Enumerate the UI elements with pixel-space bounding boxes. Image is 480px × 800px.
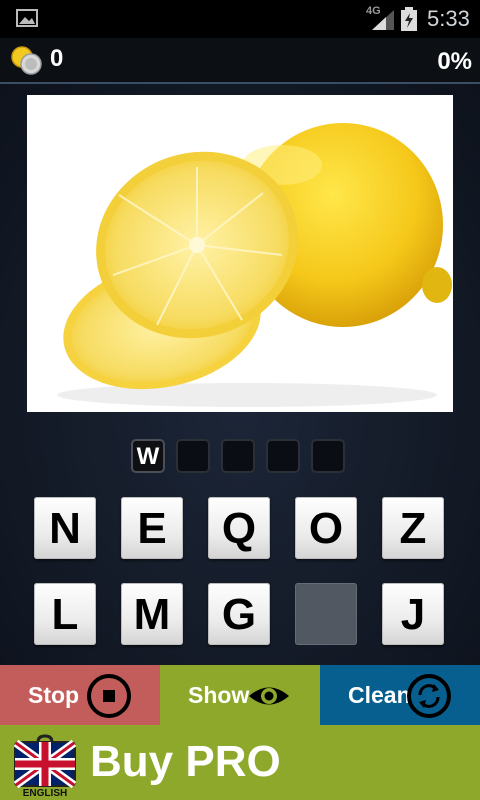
letter-key[interactable]: G [208, 583, 270, 645]
answer-slot[interactable] [221, 439, 255, 473]
language-label: ENGLISH [23, 788, 67, 797]
buy-pro-label: Buy PRO [90, 737, 281, 786]
puzzle-image [27, 95, 453, 412]
refresh-icon [407, 674, 451, 718]
coins-count: 0 [50, 45, 64, 72]
stop-icon [87, 674, 131, 718]
clean-button[interactable]: Clean [320, 665, 480, 725]
letter-key-used [295, 583, 357, 645]
letter-key[interactable]: L [34, 583, 96, 645]
action-bar: Stop Show Clean [0, 665, 480, 725]
stop-button[interactable]: Stop [0, 665, 160, 725]
battery-charging-icon [401, 7, 417, 31]
lemon-image [57, 123, 452, 407]
clock: 5:33 [427, 6, 470, 31]
clean-label: Clean [348, 682, 411, 708]
letter-key[interactable]: Q [208, 497, 270, 559]
answer-slot[interactable] [311, 439, 345, 473]
stop-label: Stop [28, 682, 80, 708]
english-flag-icon[interactable]: ENGLISH [14, 733, 76, 797]
show-button[interactable]: Show [160, 665, 320, 725]
letter-key[interactable]: O [295, 497, 357, 559]
answer-slot[interactable]: W [131, 439, 165, 473]
letter-key[interactable]: J [382, 583, 444, 645]
show-label: Show [188, 682, 250, 708]
signal-icon [372, 10, 394, 30]
game-area: W N E Q O Z L M G J [0, 84, 480, 665]
score-bar: 0 0% [0, 38, 480, 84]
eye-icon [249, 687, 289, 705]
letter-key[interactable]: N [34, 497, 96, 559]
letter-key[interactable]: M [121, 583, 183, 645]
letter-key[interactable]: E [121, 497, 183, 559]
answer-slot[interactable] [176, 439, 210, 473]
answer-slot[interactable] [266, 439, 300, 473]
coins-icon [11, 46, 42, 75]
status-bar: 4G 5:33 [0, 0, 480, 38]
progress-percent: 0% [437, 48, 472, 75]
buy-pro-button[interactable]: ENGLISH Buy PRO [0, 725, 480, 800]
letter-key[interactable]: Z [382, 497, 444, 559]
image-notification-icon [16, 9, 38, 27]
